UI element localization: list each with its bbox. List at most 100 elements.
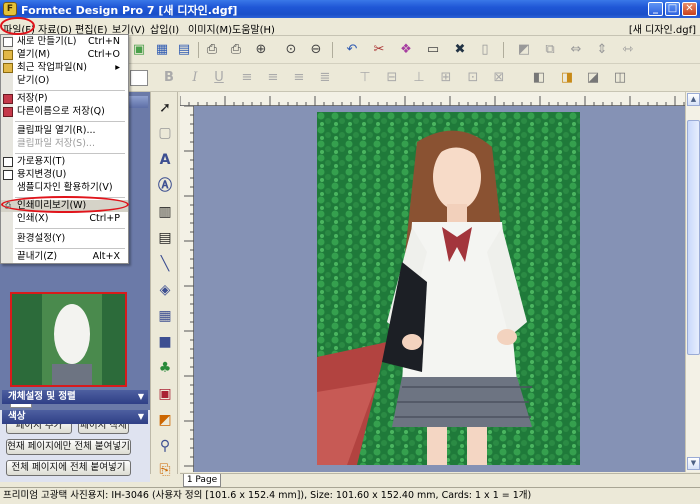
page-tab-bar: 1 Page <box>180 473 700 487</box>
arrange-icon[interactable]: ◩ <box>515 41 533 59</box>
font-size-combo[interactable] <box>130 70 148 86</box>
delete-icon[interactable]: ✖ <box>451 41 469 59</box>
design-canvas[interactable] <box>180 92 685 472</box>
rectangle-icon[interactable]: ■ <box>155 332 175 352</box>
align-icon[interactable]: ⇔ <box>567 41 585 59</box>
bold-icon[interactable]: B <box>160 69 178 87</box>
flip-horizontal-icon[interactable]: ⇿ <box>619 41 637 59</box>
color-section[interactable]: 색상 ▼ <box>2 410 148 424</box>
text-dir-icon[interactable]: ⊠ <box>490 69 508 87</box>
menu-item-save-clip[interactable]: 클립파일 저장(S)... <box>1 138 128 150</box>
status-bar: 프리미엄 고광택 사진용지: IH-3046 (사용자 정의 [101.6 x … <box>0 487 700 504</box>
clipart-icon[interactable]: ♣ <box>155 358 175 378</box>
minimize-button[interactable]: _ <box>648 2 663 16</box>
group-icon[interactable]: ⧉ <box>541 41 559 59</box>
menu-item-close[interactable]: 닫기(O) <box>1 75 128 87</box>
menu-item-open[interactable]: 열기(M) Ctrl+O <box>1 49 128 61</box>
cut-icon[interactable]: ✂ <box>370 41 388 59</box>
save-as-icon <box>3 107 13 117</box>
flip-vertical-icon[interactable]: ⇕ <box>593 41 611 59</box>
menu-item-new[interactable]: 새로 만들기(L) Ctrl+N <box>1 36 128 48</box>
menu-item-save[interactable]: 저장(P) <box>1 93 128 105</box>
scroll-down-icon[interactable]: ▼ <box>687 457 700 470</box>
close-button[interactable]: ✕ <box>682 2 697 16</box>
copy-icon[interactable]: ❖ <box>397 41 415 59</box>
valign-middle-icon[interactable]: ⊟ <box>383 69 401 87</box>
scroll-up-icon[interactable]: ▲ <box>687 93 700 106</box>
print-icon[interactable]: ⎙ <box>203 41 221 59</box>
print-preview-tool-icon[interactable]: ⎙ <box>227 41 245 59</box>
zoom-in-icon[interactable]: ⊕ <box>252 41 270 59</box>
menu-image[interactable]: 이미지(M) <box>188 21 232 36</box>
app-logo-icon: F <box>3 2 17 16</box>
rotate-icon[interactable]: ⊡ <box>464 69 482 87</box>
underline-icon[interactable]: U <box>210 69 228 87</box>
template-icon[interactable]: ▦ <box>153 41 171 59</box>
page-thumbnail[interactable] <box>10 292 127 387</box>
crop-icon[interactable]: ▢ <box>155 123 175 143</box>
paste-current-page-button[interactable]: 현재 페이지에만 전체 붙여넣기 <box>6 439 131 455</box>
line-tool-icon[interactable]: ╲ <box>155 254 175 274</box>
text-tool-icon[interactable]: A <box>155 150 175 170</box>
text-box-icon[interactable]: Ⓐ <box>155 176 175 196</box>
vertical-scrollbar[interactable]: ▲ ▼ <box>685 92 700 472</box>
maximize-button[interactable]: □ <box>665 2 680 16</box>
align-left-icon[interactable]: ≡ <box>238 69 256 87</box>
table-icon[interactable]: ▦ <box>155 306 175 326</box>
menu-item-open-clip[interactable]: 클립파일 열기(R)... <box>1 125 128 137</box>
menu-help[interactable]: 도움말(H) <box>232 21 275 36</box>
image-icon[interactable]: ▣ <box>155 384 175 404</box>
menu-item-sample-design[interactable]: 샘플디자인 활용하기(V) <box>1 182 128 194</box>
barcode-icon[interactable]: ▥ <box>155 202 175 222</box>
italic-icon[interactable]: I <box>186 69 204 87</box>
expand-arrow-icon[interactable]: ▼ <box>138 390 144 404</box>
page-1-canvas-tab[interactable]: 1 Page <box>183 474 221 487</box>
spacing-icon[interactable]: ⊞ <box>437 69 455 87</box>
picture-icon[interactable]: ◩ <box>155 410 175 430</box>
align-center-icon[interactable]: ≡ <box>264 69 282 87</box>
undo-icon[interactable]: ↶ <box>343 41 361 59</box>
properties-icon[interactable]: ▯ <box>476 41 494 59</box>
file-menu-highlight <box>0 17 35 35</box>
photo-image[interactable] <box>317 112 580 465</box>
menu-item-save-as[interactable]: 다른이름으로 저장(Q) <box>1 106 128 118</box>
shapes-icon[interactable]: ◈ <box>155 280 175 300</box>
serial-barcode-icon[interactable]: ▤ <box>155 228 175 248</box>
object-settings-section[interactable]: 개체설정 및 정렬 ▼ <box>2 390 148 404</box>
scroll-thumb[interactable] <box>687 120 700 355</box>
zoom-out-icon[interactable]: ⊖ <box>307 41 325 59</box>
print-preview-highlight <box>1 196 129 213</box>
menu-item-exit[interactable]: 끝내기(Z) Alt+X <box>1 251 128 263</box>
menu-item-settings[interactable]: 환경설정(Y) <box>1 233 128 245</box>
paste-icon[interactable]: ▭ <box>424 41 442 59</box>
paste-all-pages-button[interactable]: 전체 페이지에 전체 붙여넣기 <box>6 460 131 476</box>
zoom-fit-icon[interactable]: ⊙ <box>282 41 300 59</box>
title-bar: F Formtec Design Pro 7 [새 디자인.dgf] _ □ ✕ <box>0 0 700 18</box>
menu-insert[interactable]: 삽입(I) <box>150 21 179 36</box>
menu-item-change-paper[interactable]: 용지변경(U) <box>1 169 128 181</box>
search-tool-icon[interactable]: ⚲ <box>155 436 175 456</box>
send-back-icon[interactable]: ◪ <box>584 69 602 87</box>
menu-item-landscape[interactable]: 가로용지(T) <box>1 156 128 168</box>
layer-icon[interactable]: ◧ <box>530 69 548 87</box>
menu-item-print[interactable]: 인쇄(X) Ctrl+P <box>1 213 128 225</box>
new-file-icon <box>3 37 13 47</box>
paper-change-icon <box>3 170 13 180</box>
merge-icon[interactable]: ⎘ <box>155 460 175 480</box>
window-title: Formtec Design Pro 7 [새 디자인.dgf] <box>21 4 238 17</box>
valign-top-icon[interactable]: ⊤ <box>356 69 374 87</box>
bring-front-icon[interactable]: ◨ <box>558 69 576 87</box>
expand-arrow-icon[interactable]: ▼ <box>138 410 144 424</box>
select-arrow-icon[interactable]: ➚ <box>155 98 175 118</box>
recent-files-icon <box>3 63 13 73</box>
green-tool-icon[interactable]: ▣ <box>130 41 148 59</box>
valign-bottom-icon[interactable]: ⊥ <box>410 69 428 87</box>
menu-item-recent[interactable]: 최근 작업파일(N) ▸ <box>1 62 128 74</box>
file-menu-dropdown: 새로 만들기(L) Ctrl+N 열기(M) Ctrl+O 최근 작업파일(N) ▸ … <box>0 34 129 264</box>
send-backward-icon[interactable]: ◫ <box>611 69 629 87</box>
align-right-icon[interactable]: ≡ <box>290 69 308 87</box>
justify-icon[interactable]: ≣ <box>316 69 334 87</box>
save-icon <box>3 94 13 104</box>
sample-design-icon[interactable]: ▤ <box>172 41 196 59</box>
vertical-ruler <box>180 106 194 472</box>
